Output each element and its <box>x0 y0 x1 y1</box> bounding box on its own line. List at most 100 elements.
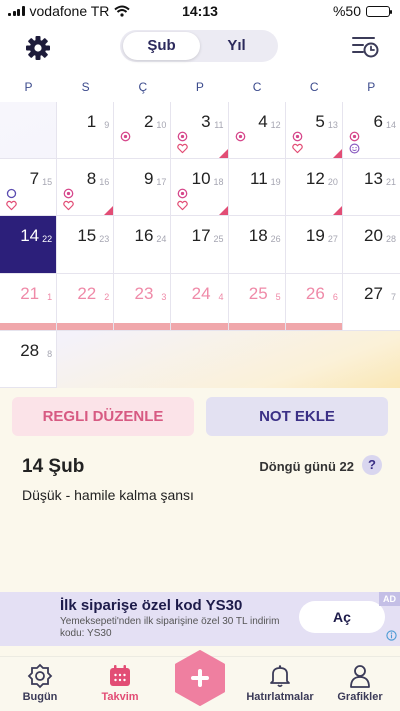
heart-icon <box>63 201 74 211</box>
tab-reminders[interactable]: Hatırlatmalar <box>240 663 320 703</box>
day-cell[interactable]: 18 26 <box>228 216 286 274</box>
day-number: 24 <box>191 283 211 303</box>
day-cell[interactable]: 13 21 <box>342 159 400 217</box>
ad-title: İlk siparişe özel kod YS30 <box>60 597 243 614</box>
day-cell[interactable]: 24 4 <box>171 273 229 331</box>
tab-reminders-label: Hatırlatmalar <box>246 691 314 703</box>
add-entry-button[interactable] <box>174 650 226 706</box>
status-right: %50 <box>333 3 392 19</box>
weekday-label: P <box>24 80 33 94</box>
day-cell[interactable]: 25 5 <box>228 273 286 331</box>
note-corner-indicator <box>332 149 342 159</box>
day-cell[interactable]: 20 28 <box>342 216 400 274</box>
cycle-day-number: 18 <box>213 177 224 188</box>
day-cell[interactable]: 2 10 <box>114 102 172 160</box>
cycle-day-number: 4 <box>218 291 224 302</box>
calendar-history-button[interactable] <box>350 34 380 60</box>
tab-calendar[interactable]: Takvim <box>80 663 160 703</box>
day-cell[interactable]: 17 25 <box>171 216 229 274</box>
day-number: 22 <box>77 283 97 303</box>
day-cell[interactable]: 4 12 <box>228 102 286 160</box>
day-cell[interactable]: 11 19 <box>228 159 286 217</box>
weekday-label: S <box>81 80 90 94</box>
cycle-day-number: 14 <box>385 120 396 130</box>
note-corner-indicator <box>332 206 342 216</box>
top-header: Şub Yıl <box>0 22 400 72</box>
cycle-day-number: 17 <box>156 177 167 188</box>
settings-button[interactable] <box>22 32 54 64</box>
view-segmented-control: Şub Yıl <box>120 30 278 62</box>
day-cell[interactable]: 28 8 <box>0 330 58 388</box>
ovulation-icon <box>63 188 74 199</box>
cycle-day-number: 19 <box>270 177 281 188</box>
day-cell[interactable]: 7 15 <box>0 159 58 217</box>
cycle-day-number: 8 <box>47 348 53 359</box>
cycle-day-number: 16 <box>99 177 110 188</box>
gear-icon <box>26 36 50 60</box>
period-bar <box>228 322 285 330</box>
day-cell[interactable]: 22 2 <box>57 273 115 331</box>
day-number: 20 <box>364 226 383 246</box>
tab-charts[interactable]: Grafikler <box>320 663 400 703</box>
day-number: 19 <box>305 226 325 246</box>
weekday-label: C <box>309 80 319 94</box>
day-number: 2 <box>143 112 154 131</box>
day-cell[interactable]: 27 7 <box>342 273 400 331</box>
day-cell[interactable]: 15 23 <box>57 216 115 274</box>
cycle-day-number: 7 <box>390 291 396 302</box>
day-cell[interactable]: 21 1 <box>0 273 58 331</box>
ovulation-icon <box>235 131 245 142</box>
tab-today[interactable]: Bugün <box>0 663 80 703</box>
day-cell[interactable]: 19 <box>57 102 115 160</box>
add-note-button[interactable]: NOT EKLE <box>206 397 388 436</box>
ad-banner[interactable]: İlk siparişe özel kod YS30 Yemeksepeti'n… <box>0 592 400 646</box>
day-number: 7 <box>29 169 40 189</box>
today-day-cell[interactable]: 14 22 <box>0 216 58 274</box>
day-cell[interactable]: 23 3 <box>114 273 172 331</box>
day-number: 27 <box>364 283 383 303</box>
cycle-day-number: 27 <box>327 234 338 245</box>
day-number: 15 <box>77 226 97 246</box>
gear-flower-icon <box>27 663 53 689</box>
cycle-day-number: 20 <box>327 177 338 188</box>
ad-open-button[interactable]: Aç <box>299 601 385 633</box>
edit-period-button[interactable]: REGLI DÜZENLE <box>12 397 194 436</box>
ad-info-icon[interactable] <box>386 630 397 641</box>
cycle-day-number: 10 <box>156 120 167 130</box>
cycle-day-number: 22 <box>42 234 53 245</box>
day-cell[interactable]: 12 20 <box>285 159 343 217</box>
day-number: 21 <box>20 283 40 303</box>
cycle-day-number: 26 <box>270 234 281 245</box>
day-cell[interactable]: 26 6 <box>285 273 343 331</box>
cycle-day-number: 24 <box>156 234 167 245</box>
day-cell[interactable]: 10 18 <box>171 159 229 217</box>
day-cell[interactable]: 16 24 <box>114 216 172 274</box>
day-number: 11 <box>250 169 268 189</box>
day-number: 12 <box>305 169 325 189</box>
calendar-grid: 1 9 2 10 3 11 4 12 5 13 6 14 7 15 8 16 9 17 10 18 11 19 12 20 13… <box>0 102 400 388</box>
note-corner-indicator <box>218 149 228 159</box>
day-number: 16 <box>134 226 154 246</box>
day-number: 13 <box>364 169 383 189</box>
day-cell[interactable]: 6 14 <box>342 102 400 160</box>
day-number: 14 <box>20 226 40 246</box>
heart-icon <box>291 143 303 154</box>
heart-icon <box>177 143 189 154</box>
calendar-clock-icon <box>352 37 379 58</box>
segment-month[interactable]: Şub <box>123 32 200 60</box>
cycle-day-number: 1 <box>47 291 53 302</box>
segment-year[interactable]: Yıl <box>198 32 275 60</box>
day-number: 18 <box>248 226 268 246</box>
cycle-day-number: 21 <box>385 177 396 188</box>
day-cell[interactable]: 19 27 <box>285 216 343 274</box>
day-number: 1 <box>86 112 97 131</box>
day-cell[interactable]: 3 11 <box>171 102 229 160</box>
day-cell[interactable]: 5 13 <box>285 102 343 160</box>
heart-icon <box>177 201 189 211</box>
day-cell[interactable]: 9 17 <box>114 159 172 217</box>
cycle-day-number: 11 <box>214 120 224 130</box>
day-number: 25 <box>248 283 268 303</box>
day-cell[interactable]: 8 16 <box>57 159 115 217</box>
weekday-label: P <box>367 80 376 94</box>
help-icon[interactable]: ? <box>362 455 382 475</box>
